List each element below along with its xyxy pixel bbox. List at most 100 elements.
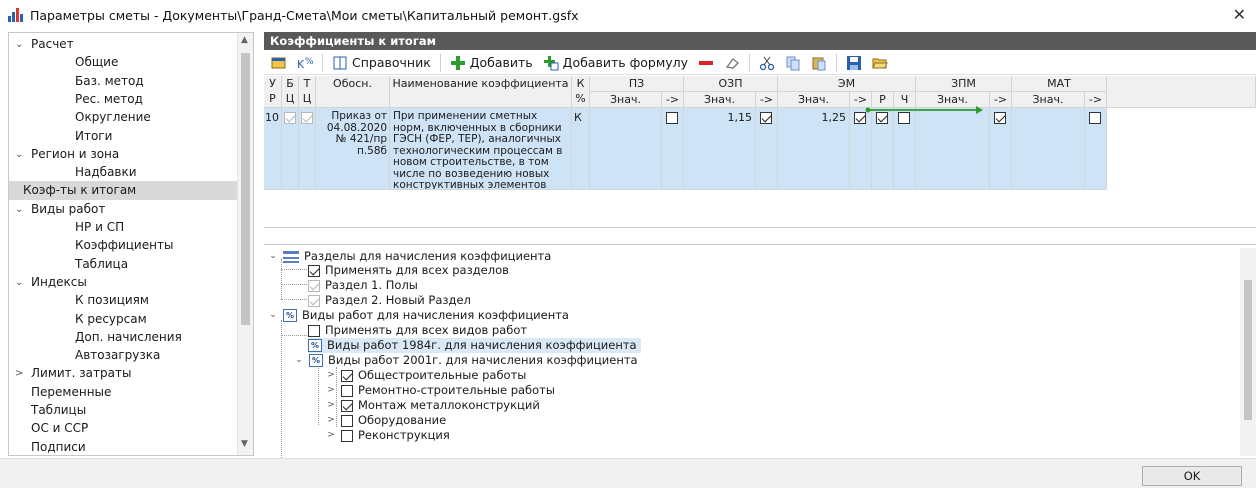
expand-chevron-icon[interactable]: >: [326, 413, 336, 428]
clear-button[interactable]: [721, 52, 743, 74]
add-formula-button[interactable]: Добавить формулу: [540, 52, 691, 74]
column-header-em[interactable]: ЭМ: [778, 76, 916, 92]
cell-ozp-arrow[interactable]: [756, 108, 778, 190]
column-header-tc[interactable]: Т Ц: [299, 76, 316, 108]
save-button[interactable]: [843, 52, 865, 74]
sidebar-item[interactable]: НР и СП: [9, 218, 237, 237]
cell-em-r[interactable]: [872, 108, 894, 190]
chevron-down-icon[interactable]: ⌄: [15, 35, 23, 54]
sidebar-item[interactable]: Таблицы: [9, 401, 237, 420]
copy-button[interactable]: [782, 52, 804, 74]
chevron-down-icon[interactable]: ⌄: [15, 273, 23, 292]
expand-chevron-icon[interactable]: ⌄: [294, 353, 304, 368]
tree-node-worktypes[interactable]: ⌄ % Виды работ для начисления коэффициен…: [268, 308, 569, 323]
sidebar-item[interactable]: Баз. метод: [9, 72, 237, 91]
column-header-zpm-arrow[interactable]: ->: [990, 92, 1012, 108]
zpm-arrow-checkbox[interactable]: [994, 112, 1006, 124]
apply-all-sections-checkbox[interactable]: [308, 264, 320, 277]
sidebar-item[interactable]: Коэффициенты: [9, 236, 237, 255]
repair-works-checkbox[interactable]: [341, 384, 353, 397]
tree-node-general-works[interactable]: > Общестроительные работы: [326, 368, 526, 383]
column-header-ozp-arrow[interactable]: ->: [756, 92, 778, 108]
sidebar-item[interactable]: Таблица: [9, 255, 237, 274]
reconstruction-checkbox[interactable]: [341, 429, 353, 442]
ok-button[interactable]: OK: [1142, 466, 1242, 486]
reference-button[interactable]: Справочник: [329, 52, 434, 74]
tc-checkbox[interactable]: [301, 112, 313, 124]
tree-node-section-1[interactable]: Раздел 1. Полы: [308, 278, 418, 293]
mat-arrow-checkbox[interactable]: [1089, 112, 1101, 124]
equipment-checkbox[interactable]: [341, 414, 353, 427]
scroll-down-icon[interactable]: ▼: [241, 439, 248, 449]
sidebar-item[interactable]: ⌄ Расчет: [9, 35, 237, 54]
cell-mat-value[interactable]: [1012, 108, 1085, 190]
sidebar-item[interactable]: Округление: [9, 108, 237, 127]
metal-structures-checkbox[interactable]: [341, 399, 353, 412]
sidebar-item[interactable]: Подписи: [9, 438, 237, 455]
section-2-checkbox[interactable]: [308, 294, 320, 307]
sidebar-item[interactable]: Общие: [9, 53, 237, 72]
expand-chevron-icon[interactable]: >: [326, 428, 336, 443]
open-button[interactable]: [869, 52, 891, 74]
cell-bc[interactable]: [282, 108, 299, 190]
section-1-checkbox[interactable]: [308, 279, 320, 292]
column-header-k-percent[interactable]: К %: [572, 76, 590, 108]
percent-button[interactable]: K%: [294, 52, 316, 74]
sidebar-item[interactable]: > Лимит. затраты: [9, 364, 237, 383]
paste-button[interactable]: [808, 52, 830, 74]
cell-mat-arrow[interactable]: [1085, 108, 1107, 190]
chevron-right-icon[interactable]: >: [15, 364, 23, 383]
cell-pz-value[interactable]: [590, 108, 662, 190]
sections-button[interactable]: [268, 52, 290, 74]
column-header-bc[interactable]: Б Ц: [282, 76, 299, 108]
column-header-ozp-value[interactable]: Знач.: [684, 92, 756, 108]
column-header-pz-arrow[interactable]: ->: [662, 92, 684, 108]
sidebar-item[interactable]: Автозагрузка: [9, 346, 237, 365]
sidebar-item[interactable]: ⌄ Виды работ: [9, 200, 237, 219]
apply-all-worktypes-checkbox[interactable]: [308, 324, 320, 337]
cell-zpm-arrow[interactable]: [990, 108, 1012, 190]
close-icon[interactable]: ✕: [1233, 5, 1246, 24]
expand-chevron-icon[interactable]: ⌄: [268, 249, 278, 264]
cell-em-value[interactable]: 1,25: [778, 108, 850, 190]
cell-em-arrow[interactable]: [850, 108, 872, 190]
tree-node-equipment[interactable]: > Оборудование: [326, 413, 446, 428]
column-header-name[interactable]: Наименование коэффициента: [390, 76, 572, 108]
ozp-arrow-checkbox[interactable]: [760, 112, 772, 124]
cell-name[interactable]: При применении сметных норм, включенных …: [390, 108, 572, 190]
pz-arrow-checkbox[interactable]: [666, 112, 678, 124]
cell-tc[interactable]: [299, 108, 316, 190]
tree-node-worktypes-2001[interactable]: ⌄ % Виды работ 2001г. для начисления коэ…: [294, 353, 638, 368]
column-header-zpm[interactable]: ЗПМ: [916, 76, 1012, 92]
sidebar-scroll-thumb[interactable]: [241, 53, 250, 325]
sidebar-item[interactable]: Доп. начисления: [9, 328, 237, 347]
tree-node-worktypes-1984[interactable]: % Виды работ 1984г. для начисления коэфф…: [308, 338, 641, 353]
column-header-ur[interactable]: У Р: [264, 76, 282, 108]
sidebar-item[interactable]: К ресурсам: [9, 310, 237, 329]
cell-ur[interactable]: 10: [264, 108, 282, 190]
column-header-mat-arrow[interactable]: ->: [1085, 92, 1107, 108]
general-works-checkbox[interactable]: [341, 369, 353, 382]
cell-em-ch[interactable]: [894, 108, 916, 190]
expand-chevron-icon[interactable]: >: [326, 368, 336, 383]
cell-zpm-value[interactable]: [916, 108, 990, 190]
expand-chevron-icon[interactable]: >: [326, 398, 336, 413]
tree-node-metal-structures[interactable]: > Монтаж металлоконструкций: [326, 398, 540, 413]
sidebar-item[interactable]: Коэф-ты к итогам: [9, 181, 237, 201]
sidebar-item[interactable]: Надбавки: [9, 163, 237, 182]
column-header-pz[interactable]: ПЗ: [590, 76, 684, 92]
tree-node-reconstruction[interactable]: > Реконструкция: [326, 428, 450, 443]
sidebar-item[interactable]: Итоги: [9, 127, 237, 146]
cut-button[interactable]: [756, 52, 778, 74]
cell-pz-arrow[interactable]: [662, 108, 684, 190]
cell-ozp-value[interactable]: 1,15: [684, 108, 756, 190]
table-row[interactable]: 10 Приказ от 04.08.2020 № 421/пр п.58б П…: [264, 108, 1107, 190]
tree-node-apply-all-sections[interactable]: Применять для всех разделов: [308, 263, 509, 278]
column-header-basis[interactable]: Обосн.: [316, 76, 390, 108]
sidebar-scrollbar[interactable]: ▲ ▼: [237, 33, 253, 455]
cell-basis[interactable]: Приказ от 04.08.2020 № 421/пр п.58б: [316, 108, 390, 190]
sidebar-item[interactable]: Рес. метод: [9, 90, 237, 109]
tree-node-section-2[interactable]: Раздел 2. Новый Раздел: [308, 293, 471, 308]
column-header-ozp[interactable]: ОЗП: [684, 76, 778, 92]
tree-node-repair-works[interactable]: > Ремонтно-строительные работы: [326, 383, 555, 398]
